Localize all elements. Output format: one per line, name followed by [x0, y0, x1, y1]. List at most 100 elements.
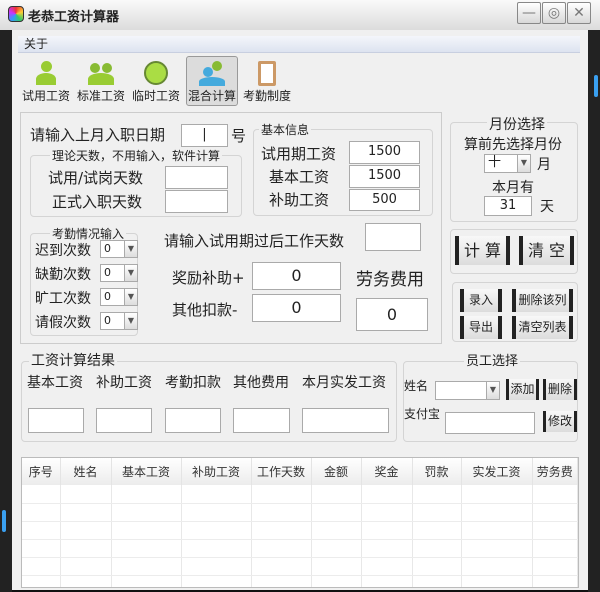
- days-input[interactable]: 31: [484, 196, 532, 216]
- tool-standard-wage[interactable]: 标准工资: [75, 56, 127, 106]
- table-cell[interactable]: [532, 575, 578, 587]
- table-cell[interactable]: [181, 521, 252, 540]
- table-cell[interactable]: [412, 521, 462, 540]
- table-cell[interactable]: [22, 539, 61, 558]
- table-cell[interactable]: [111, 485, 182, 504]
- delete-column-button[interactable]: 删除该列: [512, 289, 573, 312]
- chevron-down-icon[interactable]: ▼: [486, 382, 499, 399]
- table-cell[interactable]: [461, 503, 533, 522]
- table-cell[interactable]: [361, 485, 413, 504]
- column-header[interactable]: 姓名: [60, 458, 112, 485]
- export-button[interactable]: 导出: [460, 316, 502, 339]
- table-cell[interactable]: [412, 539, 462, 558]
- table-cell[interactable]: [251, 485, 312, 504]
- column-header[interactable]: 补助工资: [181, 458, 252, 485]
- table-cell[interactable]: [311, 503, 362, 522]
- result-other-fees-field[interactable]: [233, 408, 290, 433]
- column-header[interactable]: 基本工资: [111, 458, 182, 485]
- table-cell[interactable]: [532, 485, 578, 504]
- result-basic-field[interactable]: [28, 408, 84, 433]
- table-cell[interactable]: [251, 575, 312, 587]
- table-cell[interactable]: [251, 503, 312, 522]
- table-cell[interactable]: [181, 575, 252, 587]
- month-combo[interactable]: 十 ▼: [484, 154, 531, 173]
- result-attendance-deduction-field[interactable]: [165, 408, 221, 433]
- table-cell[interactable]: [111, 557, 182, 576]
- settings-button[interactable]: ◎: [542, 2, 566, 24]
- chevron-down-icon[interactable]: ▼: [124, 289, 137, 305]
- table-cell[interactable]: [111, 539, 182, 558]
- table-cell[interactable]: [60, 539, 112, 558]
- entry-date-input[interactable]: |: [181, 124, 228, 147]
- table-cell[interactable]: [532, 539, 578, 558]
- table-cell[interactable]: [111, 575, 182, 587]
- table-cell[interactable]: [532, 557, 578, 576]
- table-cell[interactable]: [461, 485, 533, 504]
- bonus-input[interactable]: 0: [252, 262, 341, 290]
- table-row[interactable]: [22, 575, 578, 587]
- table-cell[interactable]: [22, 485, 61, 504]
- table-row[interactable]: [22, 521, 578, 540]
- column-header[interactable]: 奖金: [361, 458, 413, 485]
- table-cell[interactable]: [311, 557, 362, 576]
- table-cell[interactable]: [251, 557, 312, 576]
- basic-wage-input[interactable]: 1500: [349, 165, 420, 188]
- column-header[interactable]: 罚款: [412, 458, 462, 485]
- employee-name-combo[interactable]: ▼: [435, 381, 500, 400]
- table-cell[interactable]: [60, 521, 112, 540]
- column-header[interactable]: 序号: [22, 458, 61, 485]
- deduction-input[interactable]: 0: [252, 294, 341, 322]
- table-cell[interactable]: [22, 575, 61, 587]
- leave-combo[interactable]: 0 ▼: [100, 312, 138, 330]
- table-cell[interactable]: [22, 503, 61, 522]
- tool-attendance-policy[interactable]: 考勤制度: [241, 56, 293, 106]
- table-cell[interactable]: [361, 539, 413, 558]
- employee-table[interactable]: 序号 姓名 基本工资 补助工资 工作天数 金额 奖金 罚款 实发工资 劳务费: [21, 457, 579, 588]
- table-cell[interactable]: [181, 503, 252, 522]
- record-button[interactable]: 录入: [460, 289, 502, 312]
- after-trial-days-input[interactable]: [365, 223, 421, 251]
- calculate-button[interactable]: 计 算: [455, 236, 510, 265]
- table-cell[interactable]: [181, 485, 252, 504]
- chevron-down-icon[interactable]: ▼: [124, 265, 137, 281]
- table-cell[interactable]: [311, 539, 362, 558]
- table-cell[interactable]: [461, 521, 533, 540]
- allowance-input[interactable]: 500: [349, 189, 420, 211]
- table-cell[interactable]: [22, 557, 61, 576]
- chevron-down-icon[interactable]: ▼: [124, 241, 137, 257]
- table-row[interactable]: [22, 539, 578, 558]
- table-cell[interactable]: [461, 575, 533, 587]
- table-cell[interactable]: [412, 485, 462, 504]
- labor-fee-input[interactable]: 0: [356, 298, 428, 331]
- table-cell[interactable]: [361, 521, 413, 540]
- chevron-down-icon[interactable]: ▼: [517, 155, 530, 172]
- table-cell[interactable]: [60, 485, 112, 504]
- tool-mixed-calc[interactable]: 混合计算: [186, 56, 238, 106]
- table-cell[interactable]: [60, 575, 112, 587]
- tool-temp-wage[interactable]: 临时工资: [130, 56, 182, 106]
- table-cell[interactable]: [311, 575, 362, 587]
- table-cell[interactable]: [532, 503, 578, 522]
- table-cell[interactable]: [361, 503, 413, 522]
- table-cell[interactable]: [181, 557, 252, 576]
- table-cell[interactable]: [361, 575, 413, 587]
- table-cell[interactable]: [60, 557, 112, 576]
- table-row[interactable]: [22, 503, 578, 522]
- tool-trial-wage[interactable]: 试用工资: [20, 56, 72, 106]
- clear-button[interactable]: 清 空: [519, 236, 574, 265]
- table-cell[interactable]: [311, 521, 362, 540]
- absence-combo[interactable]: 0 ▼: [100, 264, 138, 282]
- column-header[interactable]: 实发工资: [461, 458, 533, 485]
- table-cell[interactable]: [111, 521, 182, 540]
- late-combo[interactable]: 0 ▼: [100, 240, 138, 258]
- table-cell[interactable]: [251, 521, 312, 540]
- table-cell[interactable]: [22, 521, 61, 540]
- delete-employee-button[interactable]: 删除: [543, 379, 577, 400]
- table-row[interactable]: [22, 485, 578, 504]
- clear-list-button[interactable]: 清空列表: [512, 316, 573, 339]
- trial-wage-input[interactable]: 1500: [349, 141, 420, 164]
- minimize-button[interactable]: —: [517, 2, 541, 24]
- table-cell[interactable]: [461, 557, 533, 576]
- column-header[interactable]: 工作天数: [251, 458, 312, 485]
- table-cell[interactable]: [251, 539, 312, 558]
